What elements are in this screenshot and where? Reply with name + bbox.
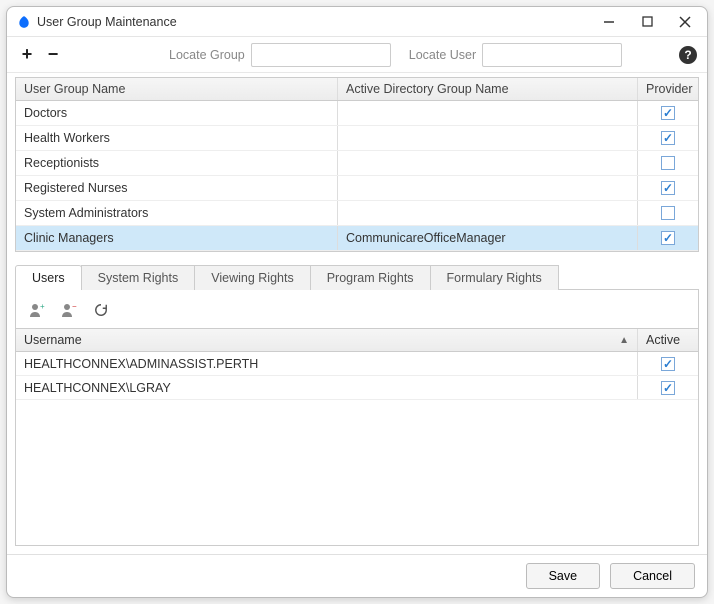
app-logo-icon: [17, 15, 31, 29]
provider-checkbox[interactable]: [661, 131, 675, 145]
group-row[interactable]: Registered Nurses: [16, 176, 698, 201]
svg-text:+: +: [40, 302, 45, 311]
help-button[interactable]: ?: [679, 46, 697, 64]
col-header-active[interactable]: Active: [638, 329, 698, 351]
group-name-cell: Doctors: [16, 101, 338, 125]
user-row[interactable]: HEALTHCONNEX\ADMINASSIST.PERTH: [16, 352, 698, 376]
col-header-username-label: Username: [24, 333, 82, 347]
provider-checkbox[interactable]: [661, 156, 675, 170]
col-header-ad-group[interactable]: Active Directory Group Name: [338, 78, 638, 100]
users-grid-body: HEALTHCONNEX\ADMINASSIST.PERTHHEALTHCONN…: [16, 352, 698, 545]
tab-system-rights[interactable]: System Rights: [81, 265, 196, 290]
tab-formulary-rights[interactable]: Formulary Rights: [430, 265, 559, 290]
add-button[interactable]: +: [17, 43, 37, 67]
group-name-cell: Receptionists: [16, 151, 338, 175]
provider-checkbox[interactable]: [661, 231, 675, 245]
add-user-icon[interactable]: +: [28, 301, 46, 319]
provider-checkbox[interactable]: [661, 206, 675, 220]
user-username-cell: HEALTHCONNEX\LGRAY: [16, 376, 638, 399]
save-button[interactable]: Save: [526, 563, 601, 589]
users-panel-toolbar: + −: [16, 296, 698, 324]
locate-group-label: Locate Group: [169, 48, 245, 62]
col-header-provider[interactable]: Provider: [638, 78, 698, 100]
group-ad-cell: [338, 101, 638, 125]
close-button[interactable]: [673, 10, 697, 34]
group-ad-cell: [338, 201, 638, 225]
group-row[interactable]: System Administrators: [16, 201, 698, 226]
locate-user-label: Locate User: [409, 48, 476, 62]
group-provider-cell: [638, 126, 698, 150]
user-active-cell: [638, 376, 698, 399]
window: User Group Maintenance + − Locate Group …: [6, 6, 708, 598]
footer: Save Cancel: [7, 554, 707, 597]
group-provider-cell: [638, 101, 698, 125]
active-checkbox[interactable]: [661, 381, 675, 395]
users-grid-header: Username ▲ Active: [16, 329, 698, 352]
groups-grid: User Group Name Active Directory Group N…: [15, 77, 699, 252]
locate-group-input[interactable]: [251, 43, 391, 67]
sort-asc-icon: ▲: [619, 335, 629, 346]
refresh-icon[interactable]: [92, 301, 110, 319]
group-row[interactable]: Receptionists: [16, 151, 698, 176]
window-controls: [597, 10, 697, 34]
user-username-cell: HEALTHCONNEX\ADMINASSIST.PERTH: [16, 352, 638, 375]
group-name-cell: Clinic Managers: [16, 226, 338, 250]
toolbar: + − Locate Group Locate User ?: [7, 37, 707, 73]
groups-grid-body: DoctorsHealth WorkersReceptionistsRegist…: [16, 101, 698, 251]
titlebar: User Group Maintenance: [7, 7, 707, 37]
group-row[interactable]: Doctors: [16, 101, 698, 126]
group-ad-cell: [338, 151, 638, 175]
group-row[interactable]: Clinic ManagersCommunicareOfficeManager: [16, 226, 698, 251]
provider-checkbox[interactable]: [661, 181, 675, 195]
tabs: UsersSystem RightsViewing RightsProgram …: [15, 264, 699, 289]
group-ad-cell: [338, 126, 638, 150]
group-provider-cell: [638, 201, 698, 225]
window-title: User Group Maintenance: [37, 15, 177, 29]
locate-user-input[interactable]: [482, 43, 622, 67]
users-grid: Username ▲ Active HEALTHCONNEX\ADMINASSI…: [16, 328, 698, 545]
group-provider-cell: [638, 226, 698, 250]
maximize-button[interactable]: [635, 10, 659, 34]
remove-button[interactable]: −: [43, 43, 63, 67]
tab-panel-users: + − Username ▲ Active HEALTHCONNEX\ADMIN…: [15, 289, 699, 546]
tab-users[interactable]: Users: [15, 265, 82, 290]
active-checkbox[interactable]: [661, 357, 675, 371]
tab-program-rights[interactable]: Program Rights: [310, 265, 431, 290]
group-ad-cell: CommunicareOfficeManager: [338, 226, 638, 250]
groups-grid-header: User Group Name Active Directory Group N…: [16, 78, 698, 101]
svg-text:−: −: [72, 302, 77, 311]
col-header-username[interactable]: Username ▲: [16, 329, 638, 351]
tab-viewing-rights[interactable]: Viewing Rights: [194, 265, 310, 290]
group-name-cell: Registered Nurses: [16, 176, 338, 200]
user-row[interactable]: HEALTHCONNEX\LGRAY: [16, 376, 698, 400]
group-ad-cell: [338, 176, 638, 200]
group-row[interactable]: Health Workers: [16, 126, 698, 151]
group-provider-cell: [638, 176, 698, 200]
col-header-name[interactable]: User Group Name: [16, 78, 338, 100]
group-name-cell: System Administrators: [16, 201, 338, 225]
cancel-button[interactable]: Cancel: [610, 563, 695, 589]
provider-checkbox[interactable]: [661, 106, 675, 120]
remove-user-icon[interactable]: −: [60, 301, 78, 319]
minimize-button[interactable]: [597, 10, 621, 34]
group-name-cell: Health Workers: [16, 126, 338, 150]
group-provider-cell: [638, 151, 698, 175]
user-active-cell: [638, 352, 698, 375]
